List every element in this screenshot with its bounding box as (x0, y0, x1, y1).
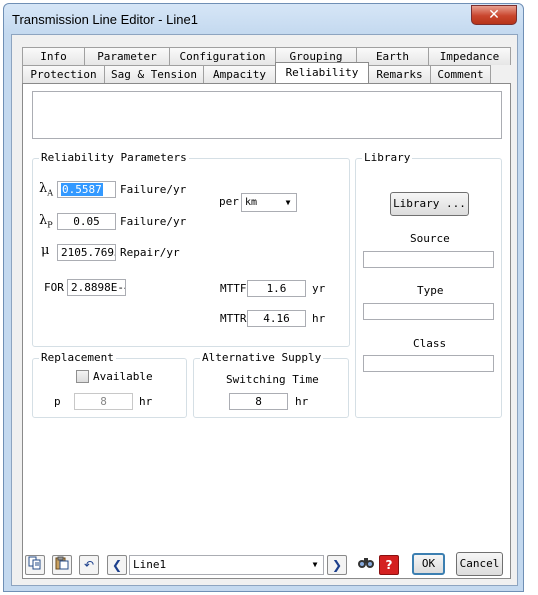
per-label: per (219, 195, 239, 208)
alternative-supply-group: Alternative Supply Switching Time 8 hr (193, 351, 349, 418)
lambda-p-field[interactable]: 0.05 (57, 213, 116, 230)
find-icon[interactable] (356, 555, 376, 575)
per-unit-value: km (245, 197, 258, 208)
tab-protection[interactable]: Protection (22, 65, 105, 83)
source-label: Source (410, 232, 450, 245)
tab-parameter[interactable]: Parameter (84, 47, 170, 65)
notes-textarea[interactable] (32, 91, 502, 139)
replacement-group: Replacement Available p 8 hr (32, 351, 187, 418)
next-icon[interactable]: ❯ (327, 555, 347, 575)
dialog-client-area: Info Parameter Configuration Grouping Ea… (11, 34, 518, 586)
mu-symbol: μ (41, 243, 50, 258)
tab-sag-tension[interactable]: Sag & Tension (104, 65, 204, 83)
cancel-button[interactable]: Cancel (456, 552, 503, 576)
available-label: Available (93, 370, 153, 383)
reliability-parameters-label: Reliability Parameters (39, 151, 189, 164)
previous-icon[interactable]: ❮ (107, 555, 127, 575)
replacement-p-field[interactable]: 8 (74, 393, 133, 410)
reliability-tab-page: Reliability Parameters λA 0.5587 Failure… (22, 83, 511, 579)
mttf-field[interactable]: 1.6 (247, 280, 306, 297)
mttr-field[interactable]: 4.16 (247, 310, 306, 327)
tab-reliability[interactable]: Reliability (275, 62, 369, 83)
tab-row-2: Protection Sag & Tension Ampacity Reliab… (22, 62, 491, 83)
switching-time-unit: hr (295, 395, 309, 408)
reliability-parameters-group: Reliability Parameters λA 0.5587 Failure… (32, 151, 350, 347)
switching-time-field[interactable]: 8 (229, 393, 288, 410)
switching-time-label: Switching Time (226, 373, 319, 386)
lambda-a-field[interactable]: 0.5587 (57, 181, 116, 198)
lambda-a-unit: Failure/yr (120, 183, 187, 196)
for-label: FOR (44, 281, 64, 294)
library-label: Library (362, 151, 413, 164)
lambda-a-symbol: λA (39, 181, 54, 198)
class-label: Class (413, 337, 447, 350)
available-checkbox[interactable] (76, 370, 89, 383)
tab-row-1: Info Parameter Configuration Grouping Ea… (22, 47, 511, 65)
mttf-unit: yr (312, 282, 326, 295)
mttr-label: MTTR (220, 312, 247, 325)
dropdown-arrow-icon: ▼ (285, 198, 291, 207)
tab-comment[interactable]: Comment (430, 65, 491, 83)
tab-ampacity[interactable]: Ampacity (203, 65, 276, 83)
window-title: Transmission Line Editor - Line1 (12, 12, 198, 27)
lambda-p-symbol: λP (39, 213, 53, 230)
tab-info[interactable]: Info (22, 47, 85, 65)
class-field[interactable] (363, 355, 494, 372)
tab-configuration[interactable]: Configuration (169, 47, 276, 65)
ok-button[interactable]: OK (412, 553, 445, 575)
mttf-label: MTTF (220, 282, 247, 295)
mu-field[interactable]: 2105.7693 (57, 244, 116, 261)
source-field[interactable] (363, 251, 494, 268)
dropdown-arrow-icon: ▼ (312, 560, 318, 569)
copy-icon[interactable] (25, 555, 45, 575)
undo-icon[interactable]: ↶ (79, 555, 99, 575)
alternative-supply-label: Alternative Supply (200, 351, 324, 364)
p-label: p (54, 395, 61, 408)
close-button[interactable]: ✕ (471, 5, 517, 25)
for-field[interactable]: 2.8898E-4 (67, 279, 126, 296)
line-selector-value: Line1 (133, 558, 167, 571)
mu-unit: Repair/yr (120, 246, 180, 259)
library-button[interactable]: Library ... (390, 192, 469, 216)
p-unit: hr (139, 395, 153, 408)
paste-icon[interactable] (52, 555, 72, 575)
tab-remarks[interactable]: Remarks (368, 65, 431, 83)
per-unit-dropdown[interactable]: km ▼ (241, 193, 297, 212)
mttr-unit: hr (312, 312, 326, 325)
type-field[interactable] (363, 303, 494, 320)
type-label: Type (417, 284, 444, 297)
help-icon[interactable]: ? (379, 555, 399, 575)
line-selector-dropdown[interactable]: Line1 ▼ (129, 555, 324, 575)
lambda-p-unit: Failure/yr (120, 215, 187, 228)
title-bar[interactable]: Transmission Line Editor - Line1 ✕ (4, 4, 523, 34)
editor-window: Transmission Line Editor - Line1 ✕ Info … (3, 3, 524, 592)
replacement-label: Replacement (39, 351, 116, 364)
tab-impedance[interactable]: Impedance (428, 47, 511, 65)
library-group: Library Library ... Source Type Class (355, 151, 502, 418)
